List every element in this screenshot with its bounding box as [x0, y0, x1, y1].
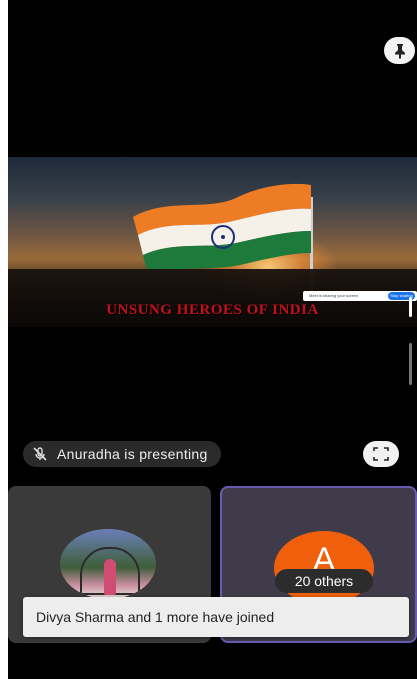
- mic-off-icon: [23, 441, 57, 467]
- presenter-chip: Anuradha is presenting: [23, 441, 221, 467]
- bottom-bar: [8, 652, 417, 679]
- presentation-caption: UNSUNG HEROES OF INDIA: [106, 302, 319, 318]
- pin-icon: [394, 43, 405, 59]
- fullscreen-button[interactable]: [363, 441, 399, 467]
- pin-button[interactable]: [384, 37, 415, 64]
- scrollbar-track[interactable]: [409, 343, 412, 385]
- screen-share-bar: Meet is sharing your screen Stop sharing: [303, 291, 417, 301]
- scrollbar-thumb[interactable]: [409, 297, 412, 317]
- join-toast: Divya Sharma and 1 more have joined: [23, 597, 409, 637]
- shared-screen: UNSUNG HEROES OF INDIA Meet is sharing y…: [8, 157, 417, 327]
- screen-share-text: Meet is sharing your screen: [309, 293, 359, 298]
- photo-figure: [104, 559, 116, 595]
- avatar: A: [274, 531, 374, 605]
- participant-avatar-photo: [60, 529, 156, 599]
- left-edge: [0, 0, 8, 679]
- toast-message: Divya Sharma and 1 more have joined: [36, 609, 275, 625]
- others-count: 20 others: [275, 569, 373, 593]
- fullscreen-icon: [373, 447, 389, 461]
- presenter-label: Anuradha is presenting: [57, 446, 208, 462]
